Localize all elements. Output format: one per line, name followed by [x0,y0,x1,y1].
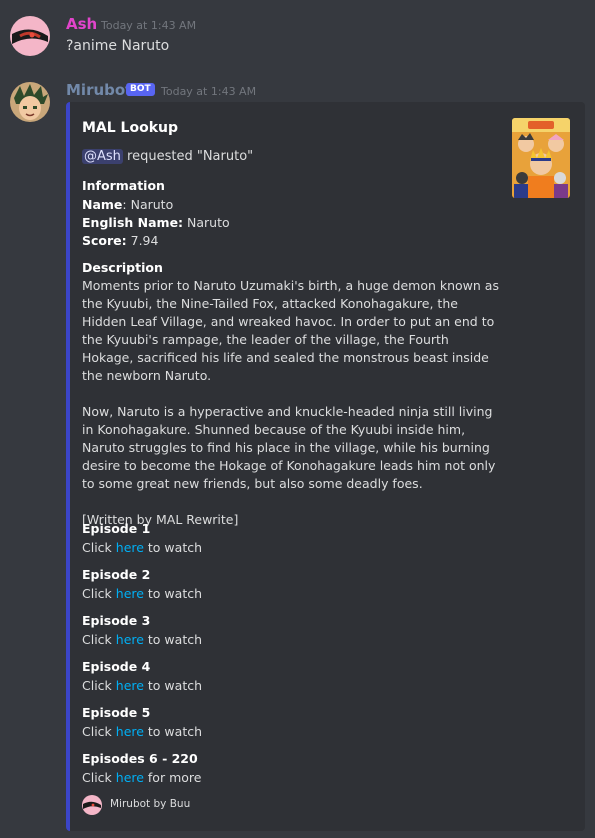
english-name-field: English Name: Naruto [82,215,230,230]
name-field: Name: Naruto [82,197,173,212]
ash-message-content: ?anime Naruto [66,38,170,54]
score-field: Score: 7.94 [82,233,158,248]
episode-2-link[interactable]: here [116,586,144,601]
requested-line: @Ash requested "Naruto" [82,149,253,164]
english-name-label: English Name: [82,215,184,230]
episode-4-suffix: to watch [143,678,203,693]
episode-5-title: Episode 5 [82,705,151,720]
message-ash: Ash Today at 1:43 AM ?anime Naruto [0,0,595,70]
episode-1-line: Click here to watch [82,540,202,555]
ash-username[interactable]: Ash [66,15,97,33]
episodes-6-220-prefix: Click [82,770,116,785]
episodes-6-220-title: Episodes 6 - 220 [82,751,198,766]
ash-avatar[interactable] [10,16,50,56]
description-text: Moments prior to Naruto Uzumaki's birth,… [82,278,499,527]
episode-1-prefix: Click [82,540,116,555]
mirubot-timestamp: Today at 1:43 AM [161,85,257,98]
episode-5-suffix: to watch [143,724,203,739]
episode-1-suffix: to watch [143,540,203,555]
episode-2-title: Episode 2 [82,567,151,582]
episode-5-line: Click here to watch [82,724,202,739]
mirubot-username[interactable]: Mirubot [66,81,132,99]
episode-2-suffix: to watch [143,586,203,601]
episode-4-prefix: Click [82,678,116,693]
episode-4-title: Episode 4 [82,659,151,674]
episode-4-line: Click here to watch [82,678,202,693]
embed-accent-bar [66,102,70,831]
mirubot-avatar[interactable] [10,82,50,122]
score-value: 7.94 [126,233,159,248]
episode-1-link[interactable]: here [116,540,144,555]
episodes-6-220-suffix: for more [143,770,202,785]
episode-4-link[interactable]: here [116,678,144,693]
ash-timestamp: Today at 1:43 AM [101,19,197,32]
english-name-value: Naruto [183,215,230,230]
embed-title: MAL Lookup [82,120,179,136]
episode-3-suffix: to watch [143,632,203,647]
episode-2-prefix: Click [82,586,116,601]
episode-5-prefix: Click [82,724,116,739]
name-value: : Naruto [122,197,174,212]
bot-tag: BOT [126,83,155,96]
episode-5-link[interactable]: here [116,724,144,739]
episodes-6-220-link[interactable]: here [116,770,144,785]
description-heading: Description [82,260,163,275]
naruto-thumbnail[interactable] [512,118,570,198]
episodes-6-220-line: Click here for more [82,770,201,785]
footer-avatar-icon [82,795,102,815]
score-label: Score: [82,233,127,248]
episode-3-link[interactable]: here [116,632,144,647]
episode-3-line: Click here to watch [82,632,202,647]
episode-3-title: Episode 3 [82,613,151,628]
name-label: Name [82,197,123,212]
episode-1-title: Episode 1 [82,521,151,536]
footer-text: Mirubot by Buu [110,798,191,810]
episode-2-line: Click here to watch [82,586,202,601]
mal-lookup-embed: MAL Lookup @Ash requested "Naruto" Infor… [66,102,585,831]
episode-3-prefix: Click [82,632,116,647]
information-heading: Information [82,178,165,193]
requested-text: requested "Naruto" [122,149,254,164]
user-mention[interactable]: @Ash [82,149,123,164]
